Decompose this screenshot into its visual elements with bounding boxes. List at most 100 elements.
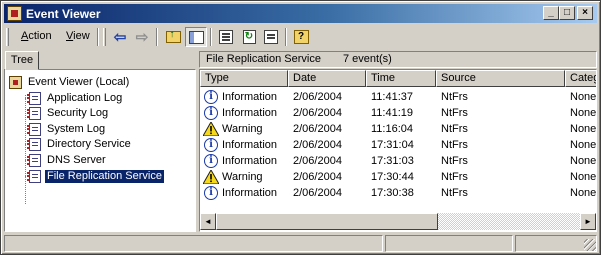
- tree-item-label: Application Log: [47, 92, 123, 104]
- resize-grip[interactable]: [584, 239, 596, 251]
- info-icon: i: [204, 186, 218, 200]
- event-viewer-window: Event Viewer _ □ × Action View ⇦ ⇨ ↻ ? T…: [0, 0, 601, 255]
- tree-item-directory-service[interactable]: Directory Service: [27, 137, 133, 152]
- window-title: Event Viewer: [26, 7, 101, 21]
- log-icon: [27, 107, 41, 120]
- event-row[interactable]: i Information 2/06/2004 11:41:37 NtFrs N…: [200, 89, 596, 105]
- event-list: Type Date Time Source Categ i Informatio…: [199, 69, 597, 232]
- forward-button[interactable]: ⇨: [131, 27, 153, 47]
- column-header-category[interactable]: Categ: [565, 70, 596, 87]
- help-button[interactable]: ?: [290, 27, 312, 47]
- tree-item-dns-server[interactable]: DNS Server: [27, 153, 108, 168]
- event-source: NtFrs: [441, 155, 468, 167]
- event-row[interactable]: Warning 2/06/2004 11:16:04 NtFrs None: [200, 121, 596, 137]
- scroll-track[interactable]: [438, 213, 580, 230]
- scroll-thumb[interactable]: [216, 213, 438, 230]
- event-category: None: [570, 187, 597, 199]
- tab-tree[interactable]: Tree: [5, 51, 39, 70]
- status-panel-middle: [385, 235, 513, 252]
- show-hide-tree-button[interactable]: [185, 27, 207, 47]
- console-tree-icon: [188, 30, 204, 44]
- close-button[interactable]: ×: [577, 6, 593, 20]
- event-source: NtFrs: [441, 107, 468, 119]
- event-row[interactable]: i Information 2/06/2004 17:31:04 NtFrs N…: [200, 137, 596, 153]
- event-source: NtFrs: [441, 139, 468, 151]
- info-icon: i: [204, 106, 218, 120]
- log-icon: [27, 92, 41, 105]
- tree-item-file-replication-service[interactable]: File Replication Service: [27, 169, 165, 184]
- event-category: None: [570, 123, 597, 135]
- column-header-source[interactable]: Source: [436, 70, 565, 87]
- event-viewer-icon: [9, 76, 22, 89]
- event-time: 17:31:03: [371, 155, 414, 167]
- scroll-right-button[interactable]: ►: [580, 213, 596, 230]
- event-source: NtFrs: [441, 123, 468, 135]
- info-icon: i: [204, 138, 218, 152]
- event-source: NtFrs: [441, 187, 468, 199]
- event-time: 17:30:38: [371, 187, 414, 199]
- tree-item-label: DNS Server: [47, 154, 106, 166]
- event-category: None: [570, 171, 597, 183]
- event-category: None: [570, 139, 597, 151]
- event-time: 17:31:04: [371, 139, 414, 151]
- export-list-icon: [264, 30, 278, 44]
- scroll-left-button[interactable]: ◄: [200, 213, 216, 230]
- menu-action-rest: ction: [28, 30, 52, 42]
- column-header-date[interactable]: Date: [288, 70, 366, 87]
- event-type: Warning: [222, 171, 263, 183]
- event-row[interactable]: i Information 2/06/2004 17:31:03 NtFrs N…: [200, 153, 596, 169]
- forward-arrow-icon: ⇨: [135, 29, 149, 46]
- event-row[interactable]: i Information 2/06/2004 17:30:38 NtFrs N…: [200, 185, 596, 201]
- event-row[interactable]: i Information 2/06/2004 11:41:19 NtFrs N…: [200, 105, 596, 121]
- minimize-button[interactable]: _: [543, 6, 559, 20]
- event-category: None: [570, 155, 597, 167]
- results-header: File Replication Service 7 event(s): [199, 51, 597, 68]
- back-arrow-icon: ⇦: [113, 29, 127, 46]
- horizontal-scrollbar[interactable]: ◄ ►: [200, 213, 596, 230]
- log-icon: [27, 170, 41, 183]
- event-type: Warning: [222, 123, 263, 135]
- event-count: 7 event(s): [342, 53, 392, 65]
- toolbar-separator: [285, 28, 287, 46]
- tree-item-security-log[interactable]: Security Log: [27, 106, 110, 121]
- export-list-button[interactable]: [260, 27, 282, 47]
- properties-icon: [219, 30, 233, 44]
- menu-view[interactable]: View: [66, 30, 90, 42]
- toolbar-separator: [156, 28, 158, 46]
- help-icon: ?: [293, 30, 309, 44]
- results-title: File Replication Service: [206, 53, 321, 65]
- event-date: 2/06/2004: [293, 107, 342, 119]
- menubar-grip[interactable]: [6, 28, 9, 46]
- info-icon: i: [204, 90, 218, 104]
- tree-root-label: Event Viewer (Local): [28, 76, 130, 88]
- event-category: None: [570, 91, 597, 103]
- tree-item-application-log[interactable]: Application Log: [27, 91, 124, 106]
- console-tree: Event Viewer (Local) Application Log Sec…: [4, 69, 196, 232]
- event-date: 2/06/2004: [293, 91, 342, 103]
- column-header-time[interactable]: Time: [366, 70, 436, 87]
- event-time: 17:30:44: [371, 171, 414, 183]
- menu-action[interactable]: Action: [21, 30, 52, 42]
- tree-item-label: File Replication Service: [44, 169, 165, 184]
- tree-item-root[interactable]: Event Viewer (Local): [9, 75, 131, 90]
- tree-item-system-log[interactable]: System Log: [27, 122, 107, 137]
- toolbar-grip[interactable]: [103, 28, 106, 46]
- event-date: 2/06/2004: [293, 123, 342, 135]
- status-panel-main: [4, 235, 383, 252]
- title-bar[interactable]: Event Viewer _ □ ×: [4, 4, 597, 23]
- properties-button[interactable]: [215, 27, 237, 47]
- warning-icon: [203, 122, 219, 136]
- event-row[interactable]: Warning 2/06/2004 17:30:44 NtFrs None: [200, 169, 596, 185]
- event-category: None: [570, 107, 597, 119]
- tree-item-label: Security Log: [47, 107, 109, 119]
- refresh-button[interactable]: ↻: [238, 27, 260, 47]
- back-button[interactable]: ⇦: [109, 27, 131, 47]
- maximize-button[interactable]: □: [559, 6, 575, 20]
- column-header-type[interactable]: Type: [200, 70, 288, 87]
- event-type: Information: [222, 139, 278, 151]
- up-one-level-button[interactable]: [162, 27, 184, 47]
- tree-item-label: System Log: [47, 123, 106, 135]
- event-type: Information: [222, 91, 278, 103]
- menu-toolbar-row: Action View ⇦ ⇨ ↻ ?: [4, 25, 597, 49]
- event-time: 11:41:37: [371, 91, 414, 103]
